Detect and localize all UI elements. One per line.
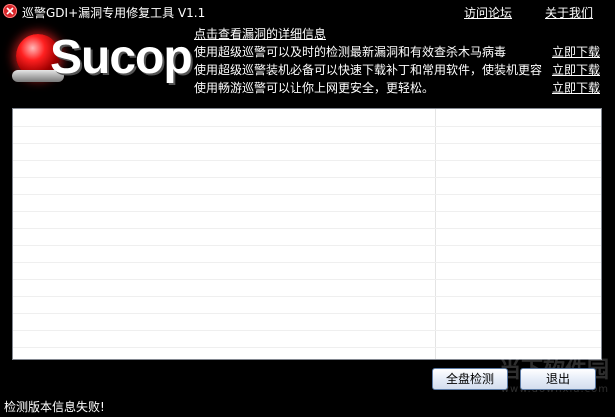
close-x-icon[interactable]	[3, 4, 17, 18]
title-bar: 巡警GDI+漏洞专用修复工具 V1.1 访问论坛 关于我们	[0, 0, 615, 22]
download-link[interactable]: 立即下载	[552, 79, 600, 97]
row-gridline	[13, 211, 601, 212]
about-us-link[interactable]: 关于我们	[545, 4, 593, 21]
row-gridline	[13, 245, 601, 246]
row-gridline	[13, 262, 601, 263]
row-gridline	[13, 160, 601, 161]
full-scan-button[interactable]: 全盘检测	[432, 368, 508, 390]
download-link[interactable]: 立即下载	[552, 43, 600, 61]
column-divider	[435, 109, 436, 359]
logo-text: Sucop	[50, 31, 193, 84]
row-gridline	[13, 143, 601, 144]
promo-row: 使用超级巡警装机必备可以快速下载补丁和常用软件，使装机更容 立即下载	[194, 61, 606, 79]
row-gridline	[13, 126, 601, 127]
window-title: 巡警GDI+漏洞专用修复工具 V1.1	[22, 6, 206, 20]
download-link[interactable]: 立即下载	[552, 61, 600, 79]
row-gridline	[13, 194, 601, 195]
row-gridline	[13, 228, 601, 229]
row-gridline	[13, 296, 601, 297]
status-message: 检测版本信息失败!	[4, 400, 105, 414]
row-gridline	[13, 279, 601, 280]
promo-row: 使用超级巡警可以及时的检测最新漏洞和有效查杀木马病毒 立即下载	[194, 43, 606, 61]
promo-text: 使用超级巡警可以及时的检测最新漏洞和有效查杀木马病毒	[194, 45, 507, 59]
promo-text: 使用畅游巡警可以让你上网更安全，更轻松。	[194, 81, 435, 95]
row-gridline	[13, 313, 601, 314]
visit-forum-link[interactable]: 访问论坛	[464, 4, 512, 21]
exit-button[interactable]: 退出	[520, 368, 596, 390]
row-gridline	[13, 177, 601, 178]
results-list[interactable]	[12, 108, 602, 360]
promo-row: 使用畅游巡警可以让你上网更安全，更轻松。 立即下载	[194, 79, 606, 97]
info-panel: 点击查看漏洞的详细信息 使用超级巡警可以及时的检测最新漏洞和有效查杀木马病毒 立…	[194, 25, 606, 97]
promo-text: 使用超级巡警装机必备可以快速下载补丁和常用软件，使装机更容	[194, 63, 543, 77]
sucop-logo: Sucop	[12, 24, 193, 92]
row-gridline	[13, 347, 601, 348]
details-row: 点击查看漏洞的详细信息	[194, 25, 606, 43]
row-gridline	[13, 330, 601, 331]
vulnerability-details-link[interactable]: 点击查看漏洞的详细信息	[194, 27, 326, 41]
